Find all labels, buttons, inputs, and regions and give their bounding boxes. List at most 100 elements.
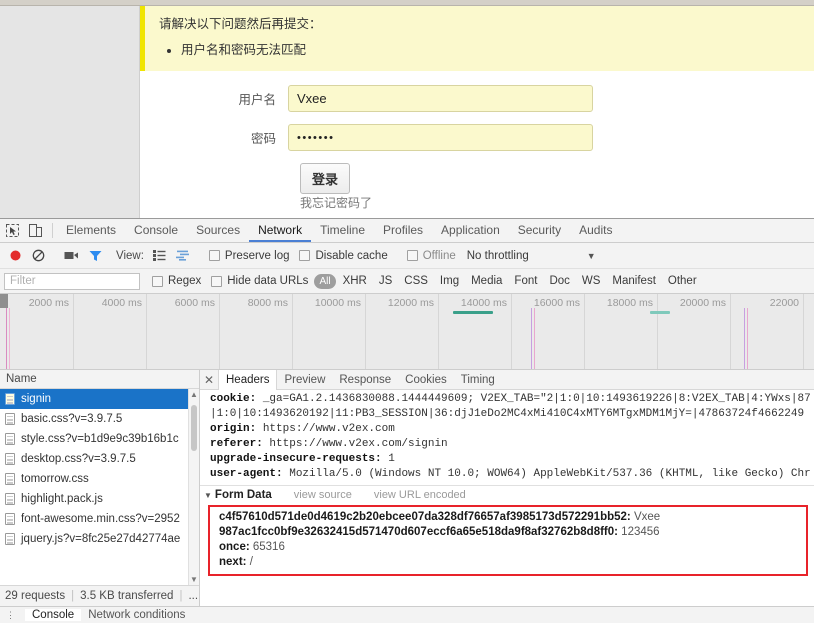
scrollbar-thumb[interactable] bbox=[191, 405, 197, 451]
offline-checkbox[interactable]: Offline bbox=[402, 250, 461, 262]
request-list-scrollbar[interactable]: ▲ ▼ bbox=[188, 389, 199, 585]
request-row[interactable]: basic.css?v=3.9.7.5 bbox=[0, 409, 199, 429]
request-row[interactable]: jquery.js?v=8fc25e27d42774ae bbox=[0, 529, 199, 549]
header-value: Mozilla/5.0 (Windows NT 10.0; WOW64) App… bbox=[282, 468, 811, 480]
password-input[interactable] bbox=[288, 124, 593, 151]
funnel-icon[interactable] bbox=[84, 250, 107, 262]
throttling-select[interactable]: No throttling bbox=[467, 250, 529, 262]
offline-box bbox=[406, 250, 418, 261]
overview-tick-label: 14000 ms bbox=[460, 297, 507, 309]
preserve-log-label: Preserve log bbox=[224, 249, 290, 262]
request-name: style.css?v=b1d9e9c39b16b1c bbox=[21, 433, 179, 445]
tab-network[interactable]: Network bbox=[249, 219, 312, 242]
tab-application[interactable]: Application bbox=[432, 219, 509, 242]
forgot-password-link[interactable]: 我忘记密码了 bbox=[140, 196, 372, 210]
inspect-cursor-icon[interactable] bbox=[0, 219, 24, 242]
regex-checkbox[interactable]: Regex bbox=[147, 275, 206, 287]
request-list-panel: Name signin basic.css?v=3.9.7.5 style.cs… bbox=[0, 370, 200, 606]
filter-type-doc[interactable]: Doc bbox=[544, 274, 574, 288]
error-alert: 请解决以下问题然后再提交： 用户名和密码无法匹配 bbox=[140, 6, 814, 71]
header-value: 1 bbox=[381, 453, 395, 465]
detail-tab-response[interactable]: Response bbox=[332, 370, 398, 390]
triangle-down-icon[interactable]: ▼ bbox=[204, 491, 212, 500]
request-row[interactable]: highlight.pack.js bbox=[0, 489, 199, 509]
tab-security[interactable]: Security bbox=[509, 219, 570, 242]
login-button[interactable]: 登录 bbox=[300, 163, 351, 194]
overview-tick-label: 8000 ms bbox=[247, 297, 288, 309]
view-url-encoded-link[interactable]: view URL encoded bbox=[374, 489, 466, 501]
form-data-key: c4f57610d571de0d4619c2b20ebcee07da328df7… bbox=[219, 511, 631, 523]
network-control-row: View: Preserve log Disable cache Offline… bbox=[0, 243, 814, 269]
request-name: font-awesome.min.css?v=2952 bbox=[21, 513, 180, 525]
devtools-drawer: ⋮ Console Network conditions bbox=[0, 606, 814, 623]
detail-tab-cookies[interactable]: Cookies bbox=[398, 370, 454, 390]
document-icon bbox=[5, 533, 15, 545]
tab-sources[interactable]: Sources bbox=[187, 219, 249, 242]
filter-type-media[interactable]: Media bbox=[466, 274, 507, 288]
filter-type-img[interactable]: Img bbox=[435, 274, 464, 288]
overview-tick-label: 20000 ms bbox=[679, 297, 726, 309]
tab-elements[interactable]: Elements bbox=[57, 219, 125, 242]
form-data-value: 123456 bbox=[621, 526, 660, 538]
form-data-highlight-box: c4f57610d571de0d4619c2b20ebcee07da328df7… bbox=[208, 505, 808, 576]
drawer-tab-network-conditions[interactable]: Network conditions bbox=[81, 609, 192, 621]
overview-tick-label: 16000 ms bbox=[533, 297, 580, 309]
request-row[interactable]: tomorrow.css bbox=[0, 469, 199, 489]
overview-request-bar bbox=[650, 311, 670, 314]
header-key: referer: bbox=[210, 438, 263, 450]
request-row[interactable]: font-awesome.min.css?v=2952 bbox=[0, 509, 199, 529]
filter-type-all[interactable]: All bbox=[314, 273, 336, 289]
more-vertical-icon[interactable]: ⋮ bbox=[6, 611, 15, 620]
inspected-webpage: 请解决以下问题然后再提交： 用户名和密码无法匹配 用户名 密码 登录 我忘记密码… bbox=[0, 6, 814, 218]
waterfall-view-icon[interactable] bbox=[171, 250, 195, 261]
filter-type-ws[interactable]: WS bbox=[577, 274, 606, 288]
close-icon[interactable]: ✕ bbox=[200, 373, 218, 387]
request-row-signin[interactable]: signin bbox=[0, 389, 199, 409]
filter-type-xhr[interactable]: XHR bbox=[338, 274, 372, 288]
tab-console[interactable]: Console bbox=[125, 219, 187, 242]
list-view-icon[interactable] bbox=[148, 250, 171, 261]
overview-drag-handle[interactable] bbox=[0, 294, 8, 308]
drawer-tab-console[interactable]: Console bbox=[25, 609, 82, 621]
hide-data-urls-checkbox[interactable]: Hide data URLs bbox=[206, 275, 313, 287]
request-row[interactable]: style.css?v=b1d9e9c39b16b1c bbox=[0, 429, 199, 449]
device-toolbar-icon[interactable] bbox=[24, 219, 48, 242]
scroll-up-arrow[interactable]: ▲ bbox=[189, 390, 199, 399]
tab-profiles[interactable]: Profiles bbox=[374, 219, 432, 242]
detail-tab-headers[interactable]: Headers bbox=[218, 369, 278, 391]
tab-audits[interactable]: Audits bbox=[570, 219, 621, 242]
filter-type-other[interactable]: Other bbox=[663, 274, 702, 288]
form-data-entry: next: / bbox=[210, 555, 806, 570]
filter-type-font[interactable]: Font bbox=[509, 274, 542, 288]
tab-timeline[interactable]: Timeline bbox=[311, 219, 374, 242]
form-data-header[interactable]: ▼ Form Data view source view URL encoded bbox=[200, 485, 814, 503]
clear-icon[interactable] bbox=[27, 249, 50, 262]
network-filter-row: Regex Hide data URLs All XHR JS CSS Img … bbox=[0, 269, 814, 294]
disable-cache-checkbox[interactable]: Disable cache bbox=[294, 250, 392, 262]
overview-tick-label: 4000 ms bbox=[101, 297, 142, 309]
header-line: user-agent: Mozilla/5.0 (Windows NT 10.0… bbox=[200, 467, 814, 482]
username-input[interactable] bbox=[288, 85, 593, 112]
camera-icon[interactable] bbox=[59, 250, 84, 261]
header-key: cookie: bbox=[210, 393, 257, 405]
request-row[interactable]: desktop.css?v=3.9.7.5 bbox=[0, 449, 199, 469]
record-icon[interactable] bbox=[4, 249, 27, 262]
summary-divider: | bbox=[179, 590, 183, 602]
filter-input[interactable] bbox=[4, 272, 140, 290]
overview-tick-label: 18000 ms bbox=[606, 297, 653, 309]
detail-tab-timing[interactable]: Timing bbox=[454, 370, 502, 390]
preserve-log-checkbox[interactable]: Preserve log bbox=[204, 250, 295, 262]
form-data-value: 65316 bbox=[252, 541, 285, 553]
header-value: https://www.v2ex.com bbox=[256, 423, 395, 435]
filter-type-js[interactable]: JS bbox=[374, 274, 397, 288]
detail-tab-preview[interactable]: Preview bbox=[277, 370, 332, 390]
scroll-down-arrow[interactable]: ▼ bbox=[189, 575, 199, 584]
view-source-link[interactable]: view source bbox=[294, 489, 352, 501]
network-overview-timeline[interactable]: 2000 ms 4000 ms 6000 ms 8000 ms 10000 ms… bbox=[0, 294, 814, 370]
filter-type-css[interactable]: CSS bbox=[399, 274, 433, 288]
error-alert-title: 请解决以下问题然后再提交： bbox=[159, 17, 322, 31]
filter-type-manifest[interactable]: Manifest bbox=[607, 274, 660, 288]
signin-form: 用户名 密码 登录 我忘记密码了 bbox=[140, 71, 814, 211]
summary-more: ... bbox=[188, 590, 199, 602]
chevron-down-icon[interactable]: ▼ bbox=[587, 251, 596, 261]
